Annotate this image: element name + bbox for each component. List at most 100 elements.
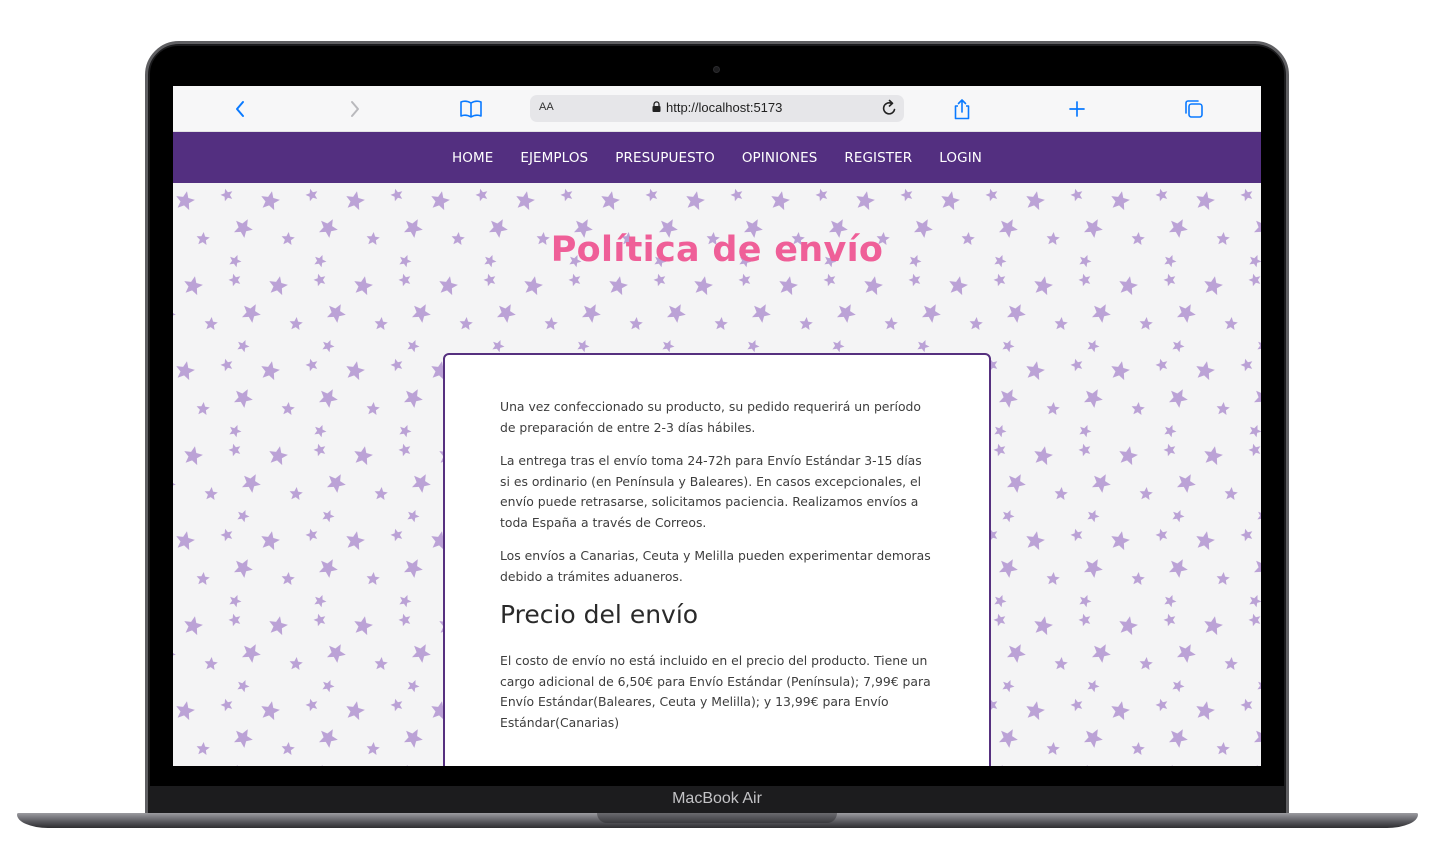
star-decoration bbox=[1087, 680, 1100, 693]
star-decoration bbox=[228, 613, 241, 627]
star-decoration bbox=[779, 276, 798, 296]
star-decoration bbox=[404, 559, 423, 578]
star-decoration bbox=[398, 443, 411, 457]
star-decoration bbox=[1054, 317, 1068, 330]
star-decoration bbox=[398, 613, 411, 627]
star-decoration bbox=[999, 559, 1018, 578]
site-navbar: HOME EJEMPLOS PRESUPUESTO OPINIONES REGI… bbox=[173, 132, 1261, 183]
nav-opiniones[interactable]: OPINIONES bbox=[742, 150, 818, 166]
star-decoration bbox=[281, 402, 295, 415]
chevron-right-icon[interactable] bbox=[343, 97, 367, 121]
star-decoration bbox=[815, 188, 828, 202]
star-decoration bbox=[1139, 657, 1153, 670]
star-decoration bbox=[1070, 188, 1083, 202]
star-decoration bbox=[832, 340, 845, 353]
star-decoration bbox=[412, 304, 431, 323]
share-icon[interactable] bbox=[950, 97, 974, 121]
star-decoration bbox=[242, 644, 261, 663]
star-decoration bbox=[1163, 443, 1176, 457]
star-decoration bbox=[864, 276, 883, 296]
star-decoration bbox=[999, 729, 1018, 748]
book-icon[interactable] bbox=[459, 97, 483, 121]
star-decoration bbox=[220, 528, 233, 542]
star-decoration bbox=[1164, 595, 1177, 608]
star-decoration bbox=[346, 361, 365, 381]
star-decoration bbox=[1240, 188, 1253, 202]
star-decoration bbox=[305, 358, 318, 372]
star-decoration bbox=[497, 304, 516, 323]
star-decoration bbox=[1204, 446, 1223, 466]
star-decoration bbox=[407, 510, 420, 523]
text-size-button[interactable]: AA bbox=[539, 101, 554, 113]
star-decoration bbox=[1155, 528, 1168, 542]
nav-ejemplos[interactable]: EJEMPLOS bbox=[520, 150, 588, 166]
star-decoration bbox=[799, 317, 813, 330]
star-decoration bbox=[346, 531, 365, 551]
star-decoration bbox=[289, 487, 303, 500]
star-decoration bbox=[1092, 474, 1111, 493]
star-decoration bbox=[366, 402, 380, 415]
nav-register[interactable]: REGISTER bbox=[844, 150, 912, 166]
star-decoration bbox=[184, 616, 203, 636]
star-decoration bbox=[261, 531, 280, 551]
policy-paragraph: Los envíos a Canarias, Ceuta y Melilla p… bbox=[500, 548, 931, 584]
shipping-policy-card: Una vez confeccionado su producto, su pe… bbox=[443, 353, 991, 766]
star-decoration bbox=[354, 616, 373, 636]
star-decoration bbox=[1169, 559, 1188, 578]
star-decoration bbox=[1172, 340, 1185, 353]
star-decoration bbox=[229, 595, 242, 608]
star-decoration bbox=[390, 698, 403, 712]
star-decoration bbox=[1086, 765, 1088, 766]
reload-icon[interactable] bbox=[881, 99, 898, 122]
tabs-icon[interactable] bbox=[1182, 97, 1206, 121]
star-decoration bbox=[313, 273, 326, 287]
star-decoration bbox=[242, 474, 261, 493]
nav-home[interactable]: HOME bbox=[452, 150, 493, 166]
star-decoration bbox=[289, 317, 303, 330]
plus-icon[interactable] bbox=[1065, 97, 1089, 121]
star-decoration bbox=[1256, 765, 1258, 766]
star-decoration bbox=[327, 474, 346, 493]
star-decoration bbox=[1155, 358, 1168, 372]
star-decoration bbox=[1070, 358, 1083, 372]
star-decoration bbox=[1254, 560, 1261, 573]
star-decoration bbox=[1248, 443, 1261, 457]
star-decoration bbox=[1139, 317, 1153, 330]
url-text: http://localhost:5173 bbox=[666, 100, 783, 115]
star-decoration bbox=[196, 572, 210, 585]
star-decoration bbox=[694, 276, 713, 296]
star-decoration bbox=[516, 191, 535, 211]
star-decoration bbox=[366, 572, 380, 585]
star-decoration bbox=[1119, 446, 1138, 466]
star-decoration bbox=[629, 317, 643, 330]
star-decoration bbox=[949, 276, 968, 296]
star-decoration bbox=[483, 273, 496, 287]
star-decoration bbox=[1046, 572, 1060, 585]
star-decoration bbox=[237, 340, 250, 353]
star-decoration bbox=[354, 276, 373, 296]
address-bar[interactable]: AA http://localhost:5173 bbox=[530, 95, 904, 122]
star-decoration bbox=[1177, 474, 1196, 493]
chevron-left-icon[interactable] bbox=[228, 97, 252, 121]
star-decoration bbox=[407, 680, 420, 693]
nav-presupuesto[interactable]: PRESUPUESTO bbox=[615, 150, 715, 166]
star-decoration bbox=[184, 446, 203, 466]
star-decoration bbox=[908, 273, 921, 287]
star-decoration bbox=[1007, 474, 1026, 493]
star-decoration bbox=[884, 317, 898, 330]
star-decoration bbox=[1216, 402, 1230, 415]
star-decoration bbox=[269, 446, 288, 466]
star-decoration bbox=[346, 191, 365, 211]
star-decoration bbox=[1092, 644, 1111, 663]
star-decoration bbox=[314, 425, 327, 438]
star-decoration bbox=[404, 729, 423, 748]
star-decoration bbox=[176, 191, 195, 211]
policy-paragraph: Una vez confeccionado su producto, su pe… bbox=[500, 399, 921, 435]
page-title: Política de envío bbox=[550, 230, 884, 270]
star-decoration bbox=[1054, 487, 1068, 500]
star-decoration bbox=[412, 474, 431, 493]
star-decoration bbox=[1001, 765, 1003, 766]
star-decoration bbox=[609, 276, 628, 296]
star-decoration bbox=[1163, 273, 1176, 287]
nav-login[interactable]: LOGIN bbox=[939, 150, 982, 166]
